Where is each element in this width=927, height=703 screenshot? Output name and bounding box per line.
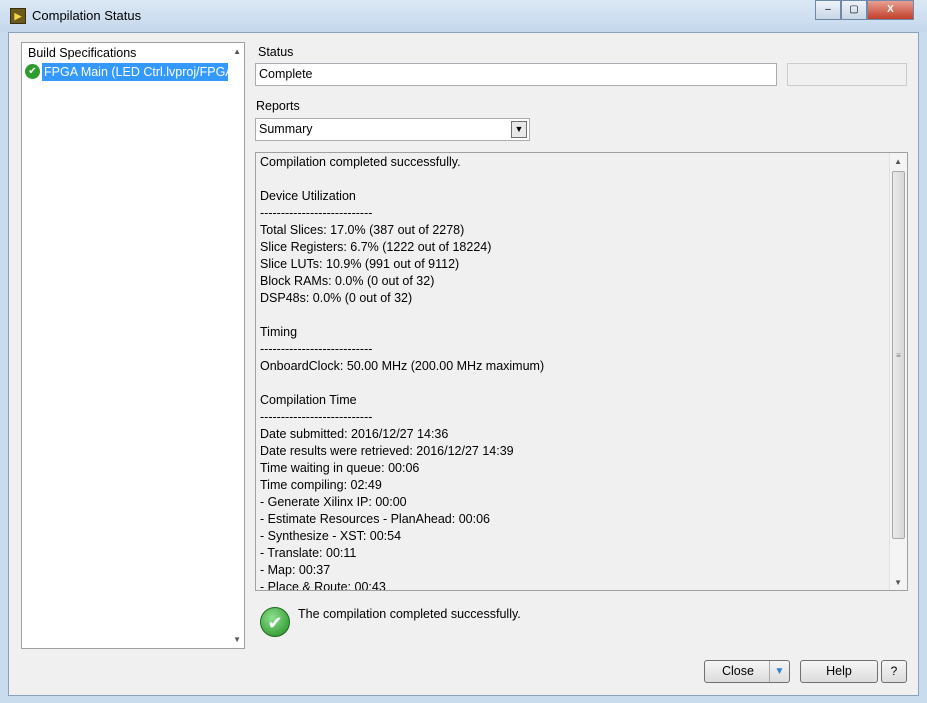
- report-line: - Estimate Resources - PlanAhead: 00:06: [260, 512, 490, 526]
- maximize-button[interactable]: ▢: [841, 0, 867, 20]
- build-specifications-tree[interactable]: Build Specifications ▲ ✔ FPGA Main (LED …: [21, 42, 245, 649]
- context-help-icon: ?: [890, 664, 898, 678]
- report-line: Time compiling: 02:49: [260, 478, 382, 492]
- minimize-button[interactable]: ‒: [815, 0, 841, 20]
- report-line: [260, 375, 887, 392]
- report-line: ---------------------------: [260, 410, 373, 424]
- report-line: - Synthesize - XST: 00:54: [260, 529, 402, 543]
- report-content: Compilation completed successfully. Devic…: [260, 154, 887, 590]
- report-line: Total Slices: 17.0% (387 out of 2278): [260, 223, 465, 237]
- scroll-down-arrow[interactable]: ▼: [233, 635, 241, 644]
- report-line: - Map: 00:37: [260, 563, 331, 577]
- title-bar: ▶ Compilation Status ‒ ▢ X: [0, 0, 927, 32]
- report-line: Time waiting in queue: 00:06: [260, 461, 420, 475]
- scrollbar-thumb[interactable]: ≡: [892, 171, 905, 539]
- status-field: Complete: [255, 63, 777, 86]
- chevron-down-icon[interactable]: ▼: [511, 121, 527, 138]
- report-line: - Place & Route: 00:43: [260, 580, 386, 590]
- report-line: Device Utilization: [260, 189, 356, 203]
- report-line: - Generate Xilinx IP: 00:00: [260, 495, 407, 509]
- scroll-down-arrow[interactable]: ▼: [894, 578, 902, 587]
- close-window-button[interactable]: X: [867, 0, 914, 20]
- report-line: Compilation Time: [260, 393, 357, 407]
- close-dropdown-arrow-icon[interactable]: ▼: [769, 661, 789, 682]
- report-line: Slice Registers: 6.7% (1222 out of 18224…: [260, 240, 492, 254]
- status-extra-field: [787, 63, 907, 86]
- close-label: Close: [722, 664, 754, 678]
- labview-icon: ▶: [10, 8, 26, 24]
- window-title: Compilation Status: [32, 8, 142, 23]
- tree-item-fpga-main[interactable]: FPGA Main (LED Ctrl.lvproj/FPGA: [42, 63, 228, 81]
- scroll-up-arrow[interactable]: ▲: [233, 47, 241, 56]
- report-line: DSP48s: 0.0% (0 out of 32): [260, 291, 413, 305]
- help-button[interactable]: Help: [800, 660, 878, 683]
- context-help-button[interactable]: ?: [881, 660, 907, 683]
- report-line: Compilation completed successfully.: [260, 155, 461, 169]
- success-check-icon: ✔: [260, 607, 290, 637]
- report-text-area[interactable]: Compilation completed successfully. Devic…: [255, 152, 908, 591]
- close-button[interactable]: Close ▼: [704, 660, 790, 683]
- reports-dropdown[interactable]: Summary ▼: [255, 118, 530, 141]
- status-label: Status: [258, 45, 294, 59]
- report-line: [260, 307, 887, 324]
- reports-label: Reports: [256, 99, 300, 113]
- report-line: ---------------------------: [260, 206, 373, 220]
- success-check-icon: ✔: [25, 64, 40, 79]
- report-scrollbar[interactable]: ▲ ≡ ▼: [889, 153, 907, 590]
- report-line: Slice LUTs: 10.9% (991 out of 9112): [260, 257, 460, 271]
- result-message: The compilation completed successfully.: [298, 607, 521, 621]
- tree-header: Build Specifications: [28, 46, 137, 60]
- report-line: OnboardClock: 50.00 MHz (200.00 MHz maxi…: [260, 359, 545, 373]
- report-line: Date submitted: 2016/12/27 14:36: [260, 427, 449, 441]
- report-line: Timing: [260, 325, 298, 339]
- report-line: Block RAMs: 0.0% (0 out of 32): [260, 274, 435, 288]
- report-line: ---------------------------: [260, 342, 373, 356]
- report-line: [260, 171, 887, 188]
- report-line: Date results were retrieved: 2016/12/27 …: [260, 444, 514, 458]
- reports-selected: Summary: [259, 122, 313, 136]
- scroll-up-arrow[interactable]: ▲: [894, 157, 902, 166]
- dialog-body: Build Specifications ▲ ✔ FPGA Main (LED …: [8, 32, 919, 696]
- report-line: - Translate: 00:11: [260, 546, 357, 560]
